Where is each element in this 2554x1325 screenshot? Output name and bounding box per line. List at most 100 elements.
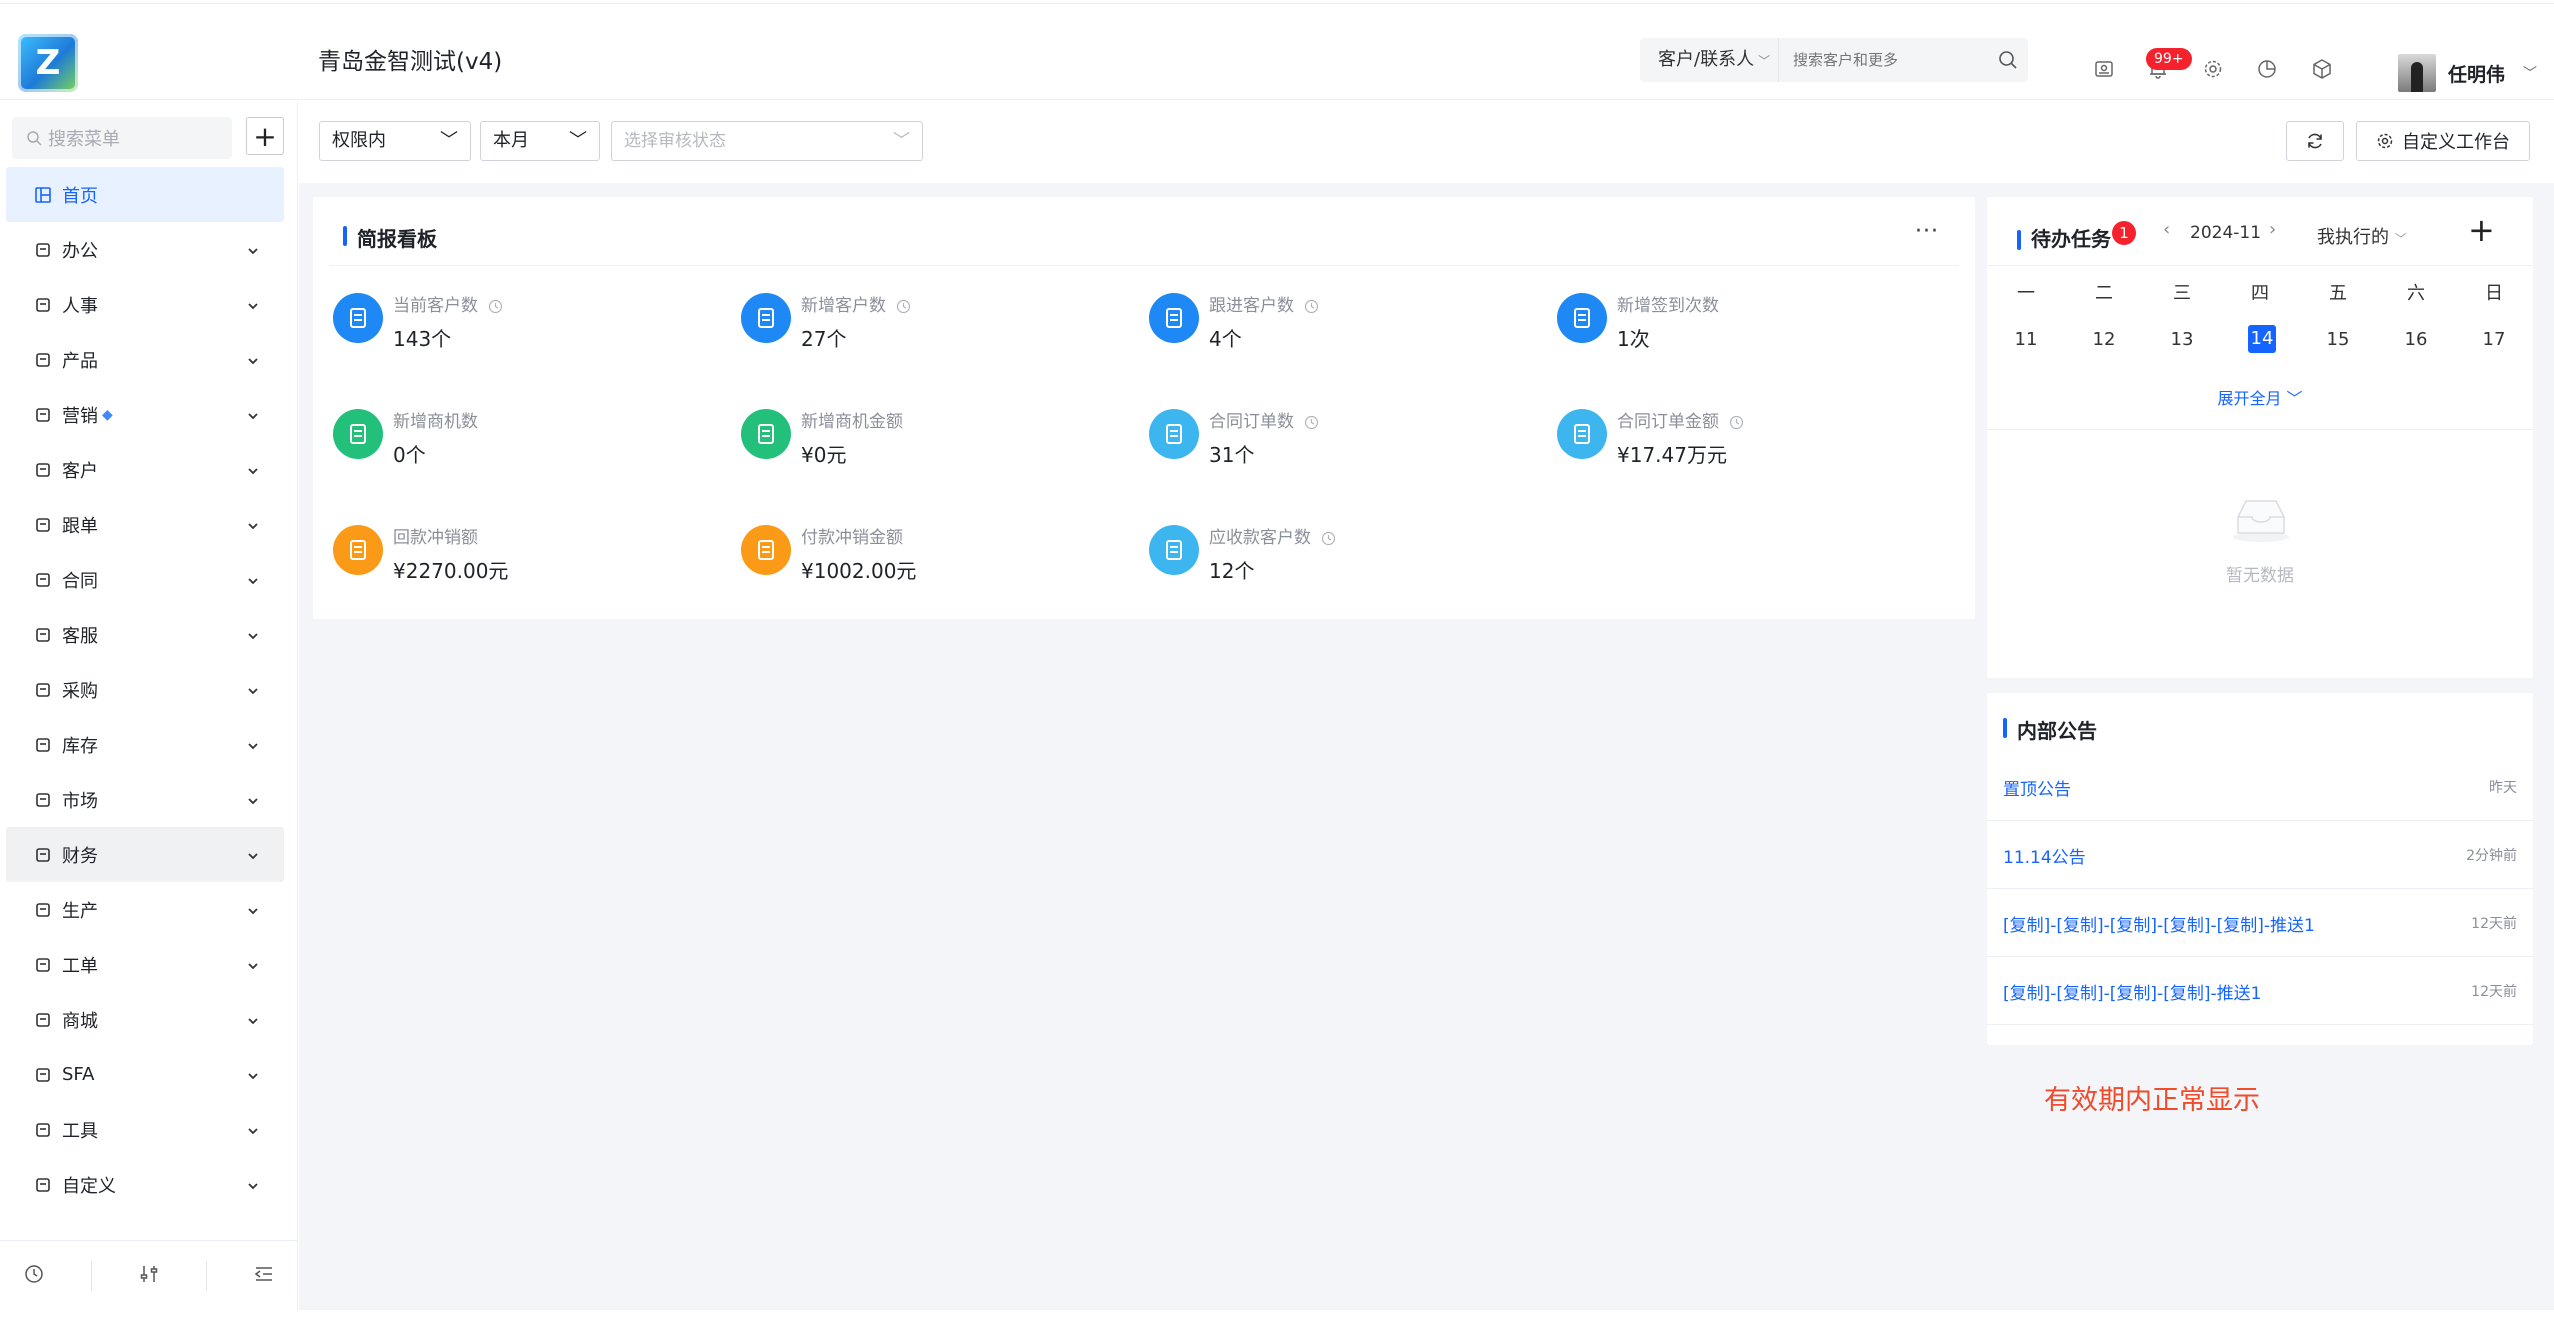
- expand-month-link[interactable]: 展开全月 ﹀: [1987, 385, 2533, 409]
- user-name: 任明伟: [2448, 63, 2506, 86]
- sidebar-item-2[interactable]: 人事: [0, 277, 298, 332]
- add-button[interactable]: +: [246, 117, 284, 155]
- calendar-date[interactable]: 12: [2065, 329, 2143, 350]
- notice-title-text[interactable]: 置顶公告: [2003, 775, 2071, 800]
- kpi-label: 新增商机金额: [801, 407, 903, 432]
- add-task-button[interactable]: +: [2468, 211, 2495, 249]
- history-icon[interactable]: [23, 1263, 45, 1289]
- sfa-icon: [34, 1066, 52, 1084]
- chevron-down-icon: [246, 517, 260, 538]
- calendar-date[interactable]: 16: [2377, 329, 2455, 350]
- kpi-label-text: 新增商机数: [393, 412, 478, 432]
- sidebar-item-18[interactable]: 自定义: [0, 1157, 298, 1212]
- prev-month-icon[interactable]: ‹: [2163, 219, 2170, 240]
- search-type-select[interactable]: 客户/联系人 ﹀: [1640, 38, 1780, 82]
- sidebar-item-3[interactable]: 产品: [0, 332, 298, 387]
- kpi-item[interactable]: 合同订单金额 ¥17.47万元: [1557, 407, 1917, 477]
- user-menu[interactable]: 任明伟 ﹀: [2398, 54, 2537, 92]
- weekday-label: 三: [2173, 283, 2191, 304]
- clock-icon[interactable]: [1304, 415, 1319, 435]
- divider: [91, 1260, 92, 1291]
- sidebar-item-4[interactable]: 营销 ◆: [0, 387, 298, 442]
- menu-search-input[interactable]: 搜索菜单: [12, 117, 232, 159]
- period-select-value: 本月: [493, 130, 529, 151]
- notice-title-text[interactable]: [复制]-[复制]-[复制]-[复制]-[复制]-推送1: [2003, 911, 2315, 936]
- product-icon: [34, 351, 52, 369]
- kpi-item[interactable]: 付款冲销金额 ¥1002.00元: [741, 523, 1101, 593]
- sidebar-item-0[interactable]: 首页: [6, 167, 284, 222]
- chevron-down-icon: ﹀: [1758, 54, 1771, 68]
- sidebar-item-11[interactable]: 市场: [0, 772, 298, 827]
- next-month-icon[interactable]: ›: [2269, 219, 2276, 240]
- clock-icon[interactable]: [1304, 299, 1319, 319]
- weekday-label: 五: [2329, 283, 2347, 304]
- calendar-date[interactable]: 17: [2455, 329, 2533, 350]
- kpi-item[interactable]: 当前客户数 143个: [333, 291, 693, 361]
- calendar-date[interactable]: 14: [2221, 325, 2299, 353]
- empty-inbox-icon: [2230, 493, 2292, 547]
- calendar-date[interactable]: 13: [2143, 329, 2221, 350]
- sidebar-item-10[interactable]: 库存: [0, 717, 298, 772]
- kpi-value: ¥0元: [801, 443, 847, 467]
- kpi-item[interactable]: 应收款客户数 12个: [1149, 523, 1509, 593]
- sidebar-item-12[interactable]: 财务: [6, 827, 284, 882]
- kpi-icon: [333, 525, 383, 575]
- kpi-item[interactable]: 新增商机数 0个: [333, 407, 693, 477]
- refresh-button[interactable]: [2286, 121, 2344, 161]
- kpi-label: 合同订单数: [1209, 407, 1319, 435]
- kpi-item[interactable]: 新增签到次数 1次: [1557, 291, 1917, 361]
- more-icon[interactable]: ···: [1915, 219, 1939, 244]
- notice-item[interactable]: 置顶公告 昨天: [1987, 753, 2533, 821]
- calendar-date[interactable]: 15: [2299, 329, 2377, 350]
- contacts-card-icon[interactable]: [2091, 56, 2117, 82]
- sidebar-item-5[interactable]: 客户: [0, 442, 298, 497]
- app-logo[interactable]: Z: [18, 34, 78, 92]
- status-select[interactable]: 选择审核状态 ﹀: [611, 121, 923, 161]
- main-content: 权限内 ﹀ 本月 ﹀ 选择审核状态 ﹀ 自定义工作台 简报看板 ··· 当前客户数 14…: [299, 101, 2554, 1310]
- search-input[interactable]: [1779, 51, 1988, 69]
- kpi-item[interactable]: 新增商机金额 ¥0元: [741, 407, 1101, 477]
- clock-icon[interactable]: [896, 299, 911, 319]
- pie-chart-icon[interactable]: [2254, 56, 2280, 82]
- notice-item[interactable]: [复制]-[复制]-[复制]-[复制]-[复制]-推送1 12天前: [1987, 889, 2533, 957]
- notice-item[interactable]: [复制]-[复制]-[复制]-[复制]-推送1 12天前: [1987, 957, 2533, 1025]
- sidebar-item-1[interactable]: 办公: [0, 222, 298, 277]
- sidebar-item-6[interactable]: 跟单: [0, 497, 298, 552]
- collapse-menu-icon[interactable]: [253, 1263, 275, 1289]
- sidebar-item-7[interactable]: 合同: [0, 552, 298, 607]
- search-icon[interactable]: [1987, 38, 2028, 82]
- weekday-label: 一: [2017, 283, 2035, 304]
- kpi-item[interactable]: 跟进客户数 4个: [1149, 291, 1509, 361]
- chevron-down-icon: [246, 462, 260, 483]
- kpi-value: 27个: [801, 327, 847, 351]
- notice-title-text[interactable]: 11.14公告: [2003, 843, 2086, 868]
- notice-title-text[interactable]: [复制]-[复制]-[复制]-[复制]-推送1: [2003, 979, 2261, 1004]
- kpi-item[interactable]: 回款冲销额 ¥2270.00元: [333, 523, 693, 593]
- sidebar-item-16[interactable]: SFA: [0, 1047, 298, 1102]
- sidebar-item-17[interactable]: 工具: [0, 1102, 298, 1157]
- clock-icon[interactable]: [1321, 531, 1336, 551]
- customize-workbench-button[interactable]: 自定义工作台: [2356, 121, 2530, 161]
- sidebar-footer: [0, 1240, 298, 1310]
- clock-icon[interactable]: [488, 299, 503, 319]
- cube-icon[interactable]: [2309, 56, 2335, 82]
- sidebar-item-13[interactable]: 生产: [0, 882, 298, 937]
- notice-item[interactable]: 11.14公告 2分钟前: [1987, 821, 2533, 889]
- period-select[interactable]: 本月 ﹀: [480, 121, 600, 161]
- follow-icon: [34, 516, 52, 534]
- sidebar-item-9[interactable]: 采购: [0, 662, 298, 717]
- sidebar-item-8[interactable]: 客服: [0, 607, 298, 662]
- calendar-date[interactable]: 11: [1987, 329, 2065, 350]
- kpi-item[interactable]: 新增客户数 27个: [741, 291, 1101, 361]
- sliders-icon[interactable]: [138, 1263, 160, 1289]
- todo-filter-select[interactable]: 我执行的 ﹀: [2317, 223, 2407, 249]
- scope-select[interactable]: 权限内 ﹀: [319, 121, 471, 161]
- sidebar-item-15[interactable]: 商城: [0, 992, 298, 1047]
- kpi-item[interactable]: 合同订单数 31个: [1149, 407, 1509, 477]
- kpi-label-text: 跟进客户数: [1209, 296, 1294, 316]
- clock-icon[interactable]: [1729, 415, 1744, 435]
- sidebar-item-14[interactable]: 工单: [0, 937, 298, 992]
- gear-icon[interactable]: [2200, 56, 2226, 82]
- kpi-icon: [333, 409, 383, 459]
- kpi-label-text: 新增签到次数: [1617, 296, 1719, 316]
